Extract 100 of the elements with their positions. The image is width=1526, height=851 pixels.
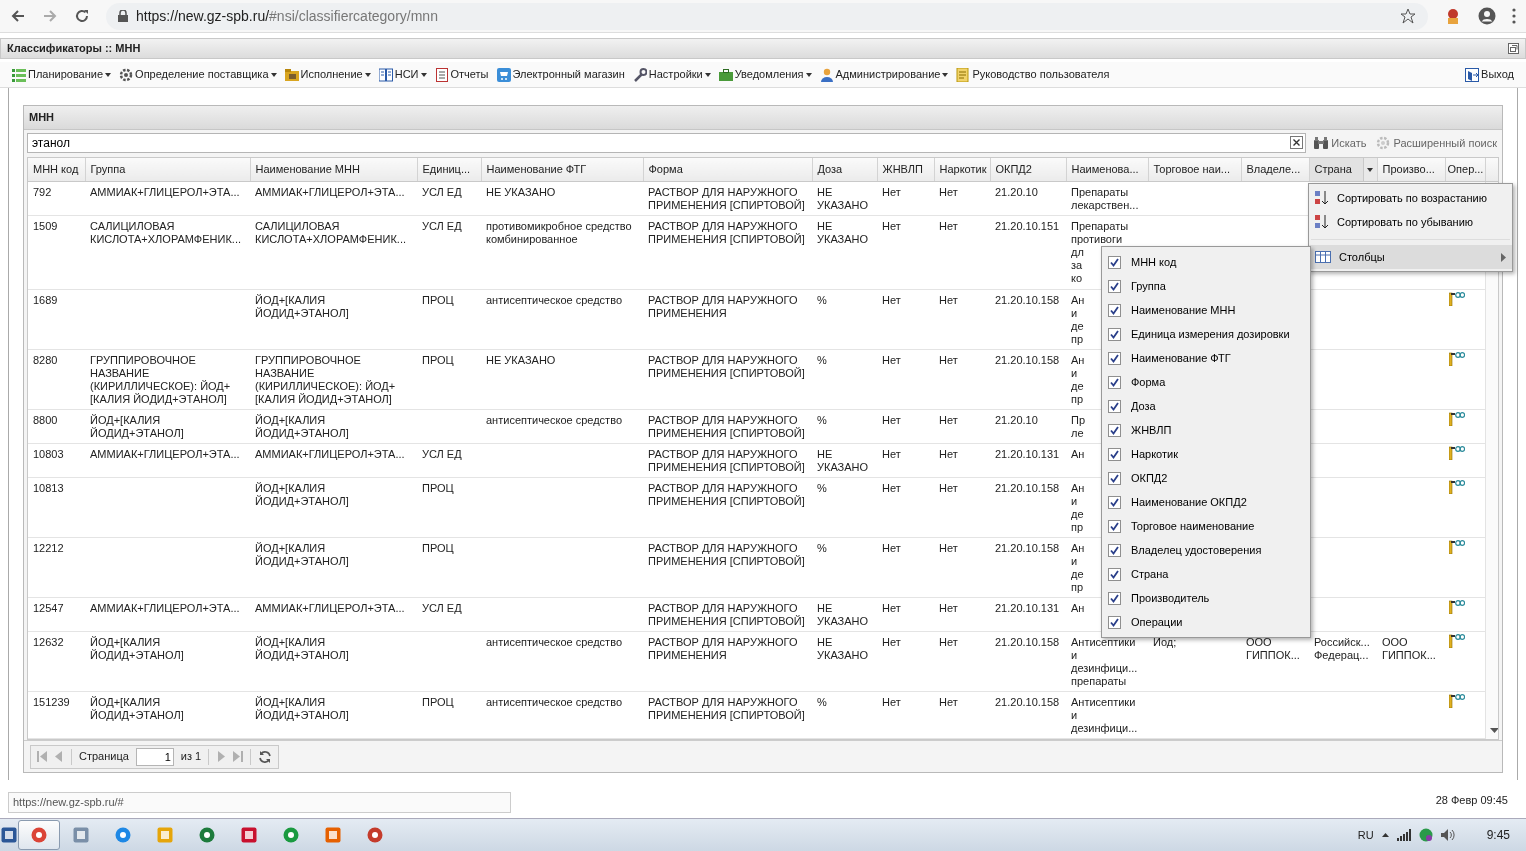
menu-item[interactable]: Планирование	[10, 66, 114, 83]
checkbox[interactable]	[1108, 567, 1121, 581]
checkbox[interactable]	[1108, 615, 1121, 629]
menu-item[interactable]: Сортировать по возрастанию	[1309, 186, 1512, 210]
checkbox[interactable]	[1108, 543, 1121, 557]
table-cell: Нет	[934, 631, 990, 692]
table-cell: антисептическое средство	[481, 631, 643, 692]
column-header[interactable]: ОКПД2	[990, 157, 1066, 182]
caret-icon[interactable]	[1367, 167, 1373, 172]
checkbox[interactable]	[1108, 327, 1121, 341]
document-icon	[434, 67, 449, 82]
table-cell: ООО ГИППОК...	[1377, 631, 1445, 692]
column-header[interactable]: Единиц...	[417, 157, 481, 182]
checkbox[interactable]	[1108, 423, 1121, 437]
table-cell: %	[812, 409, 877, 444]
table-cell: НЕ УКАЗАНО	[812, 182, 877, 216]
table-cell: 10803	[28, 443, 85, 478]
page-label: Страница	[79, 749, 129, 765]
menu-item[interactable]: Уведомления	[716, 66, 814, 83]
table-cell: 21.20.10.158	[990, 289, 1066, 350]
column-header[interactable]: Форма	[643, 157, 812, 182]
tray-arrow-icon[interactable]	[1381, 833, 1389, 837]
menu-item[interactable]: Сортировать по убыванию	[1309, 210, 1512, 234]
back-icon[interactable]	[10, 8, 26, 24]
page-number-field[interactable]: 1	[135, 747, 174, 766]
menu-item[interactable]: Руководство пользователя	[954, 66, 1112, 83]
checkbox[interactable]	[1108, 351, 1121, 365]
star-icon[interactable]	[1400, 8, 1416, 24]
table-cell: Нет	[877, 597, 934, 632]
restore-icon[interactable]	[1508, 43, 1519, 54]
column-header[interactable]: ЖНВЛП	[877, 157, 934, 182]
language-indicator[interactable]: RU	[1357, 826, 1374, 844]
menu-item[interactable]: Исполнение	[282, 66, 373, 83]
column-header[interactable]: Торговое наи...	[1148, 157, 1241, 182]
checkbox[interactable]	[1108, 519, 1121, 533]
search-button[interactable]: Искать	[1312, 135, 1369, 152]
checkbox[interactable]	[1108, 375, 1121, 389]
profile-icon[interactable]	[1478, 7, 1496, 25]
table-cell: 21.20.10.131	[990, 443, 1066, 478]
exit-icon	[1465, 67, 1480, 82]
menu-item[interactable]: НСИ	[376, 66, 429, 83]
menu-item[interactable]: Электронный магазин	[494, 66, 627, 83]
table-cell: УСЛ ЕД	[417, 597, 481, 632]
checkbox[interactable]	[1108, 471, 1121, 485]
column-header[interactable]: Наименова...	[1066, 157, 1148, 182]
column-header[interactable]: Группа	[85, 157, 250, 182]
checkbox[interactable]	[1108, 495, 1121, 509]
signal-icon[interactable]	[1396, 829, 1411, 841]
speaker-icon[interactable]	[1440, 829, 1455, 841]
menu-item[interactable]: Определение поставщика	[117, 66, 279, 83]
table-cell: 21.20.10.151	[990, 216, 1066, 290]
menu-item[interactable]: Настройки	[630, 66, 713, 83]
search-field[interactable]: этанол	[27, 133, 1307, 154]
table-cell: АММИАК+ГЛИЦЕРОЛ+ЭТА...	[85, 443, 250, 478]
refresh-icon[interactable]	[258, 749, 273, 764]
table-cell: Нет	[934, 537, 990, 598]
advanced-search-button[interactable]: Расширенный поиск	[1374, 135, 1499, 152]
column-header[interactable]: Доза	[812, 157, 877, 182]
table-cell: ЙОД+[КАЛИЯ ЙОДИД+ЭТАНОЛ]	[250, 477, 417, 538]
table-cell: АММИАК+ГЛИЦЕРОЛ+ЭТА...	[85, 182, 250, 216]
column-header[interactable]: Наименование МНН	[250, 157, 417, 182]
lock-icon	[118, 10, 128, 22]
panel-title: МНН	[29, 110, 55, 126]
sort-ascending-icon	[1315, 190, 1329, 206]
column-header[interactable]: Опер...	[1445, 157, 1485, 182]
table-cell: Нет	[934, 216, 990, 290]
checkbox[interactable]	[1108, 303, 1121, 317]
column-header[interactable]: Наркотик	[934, 157, 990, 182]
table-cell: ЙОД+[КАЛИЯ ЙОДИД+ЭТАНОЛ]	[85, 409, 250, 444]
taskbar-app[interactable]	[18, 820, 60, 850]
checkbox[interactable]	[1108, 255, 1121, 269]
network-icon[interactable]	[1418, 828, 1433, 842]
clear-icon[interactable]	[1290, 136, 1304, 150]
more-options-icon[interactable]	[1512, 8, 1516, 24]
table-cell: 12632	[28, 631, 85, 692]
logout-button[interactable]: Выход	[1463, 66, 1516, 83]
menu-item[interactable]: Отчеты	[432, 66, 491, 83]
gear-icon	[1376, 136, 1391, 151]
table-cell: РАСТВОР ДЛЯ НАРУЖНОГО ПРИМЕНЕНИЯ	[643, 631, 812, 692]
table-cell: 151239	[28, 691, 85, 739]
table-cell: Антисептики и дезинфици...	[1066, 691, 1148, 739]
menu-item[interactable]: Столбцы	[1309, 245, 1512, 269]
checkbox[interactable]	[1108, 399, 1121, 413]
checkbox[interactable]	[1108, 447, 1121, 461]
table-cell: Нет	[934, 597, 990, 632]
scroll-down-icon[interactable]	[1490, 728, 1498, 734]
date-time: 28 Февр 09:45	[1435, 793, 1508, 808]
checkbox[interactable]	[1108, 279, 1121, 293]
column-header[interactable]: МНН код	[28, 157, 85, 182]
column-header[interactable]: Страна	[1309, 157, 1377, 182]
table-cell: 12547	[28, 597, 85, 632]
table-cell: РАСТВОР ДЛЯ НАРУЖНОГО ПРИМЕНЕНИЯ [СПИРТОВОЙ]	[643, 477, 812, 538]
reload-icon[interactable]	[74, 8, 90, 24]
menu-item[interactable]: Администрирование	[817, 66, 951, 83]
column-header[interactable]: Наименование ФТГ	[481, 157, 643, 182]
checkbox[interactable]	[1108, 591, 1121, 605]
address-bar[interactable]: https://new.gz-spb.ru/#nsi/classifiercategory/mnn	[106, 2, 1428, 30]
column-header[interactable]: Произво...	[1377, 157, 1445, 182]
column-header[interactable]: Владеле...	[1241, 157, 1309, 182]
table-cell: антисептическое средство	[481, 289, 643, 350]
